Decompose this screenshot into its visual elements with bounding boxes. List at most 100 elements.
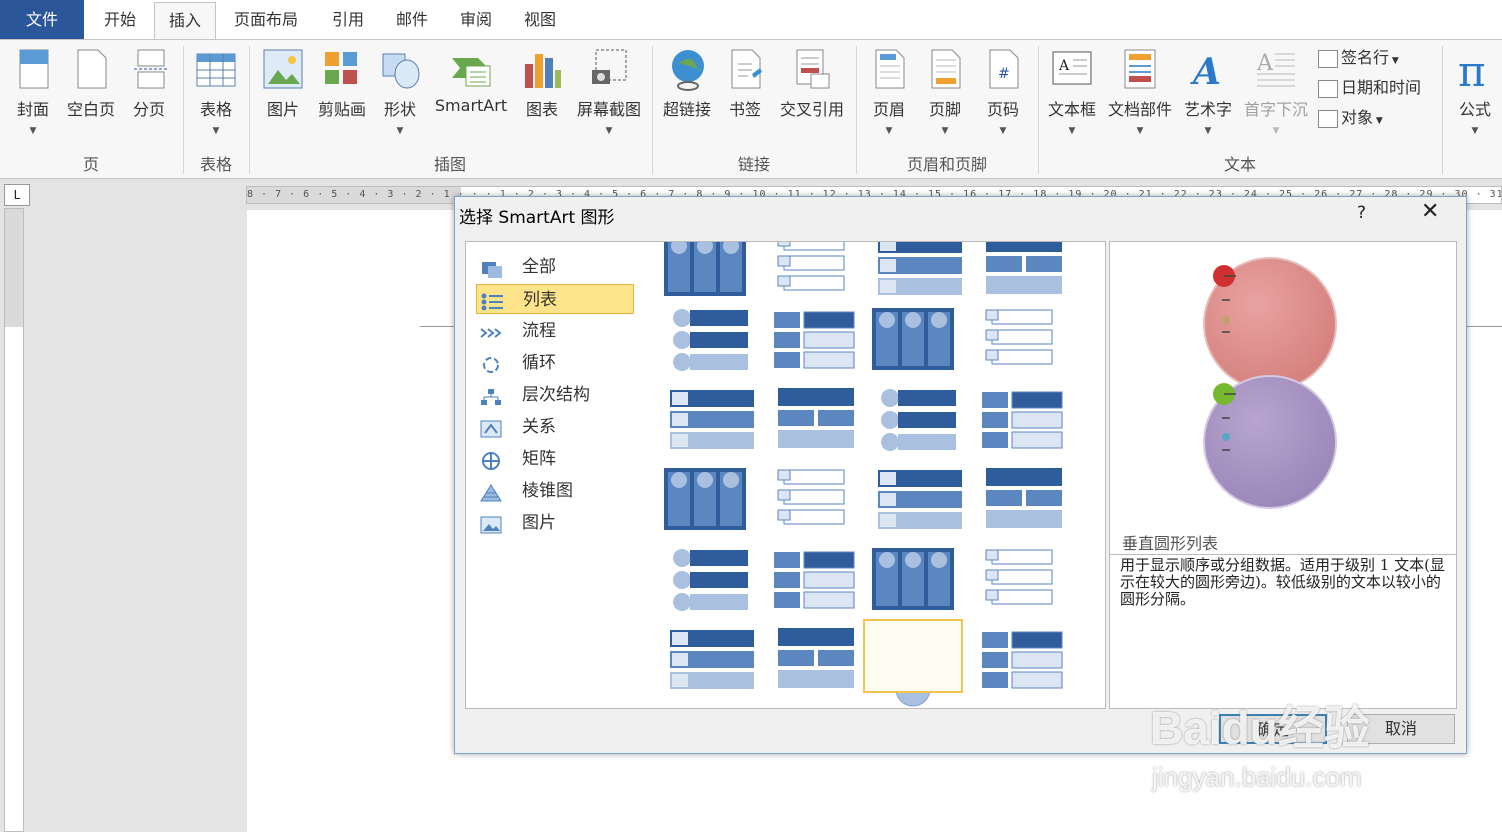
category-all[interactable]: 全部 bbox=[476, 252, 634, 282]
svg-text:#: # bbox=[998, 66, 1010, 82]
thumbnail-shape bbox=[723, 472, 739, 488]
cover-page-icon bbox=[10, 44, 56, 94]
ruler-margin bbox=[5, 209, 23, 327]
tab-mailings[interactable]: 邮件 bbox=[382, 0, 442, 40]
thumbnail-shape bbox=[881, 433, 899, 451]
chart-icon bbox=[519, 44, 565, 94]
page-number-icon: # bbox=[980, 44, 1026, 94]
drop-cap-button[interactable]: A 首字下沉 ▼ bbox=[1240, 44, 1312, 136]
category-cycle[interactable]: 循环 bbox=[476, 348, 634, 378]
footer-button[interactable]: 页脚 ▼ bbox=[920, 44, 970, 136]
picture-icon bbox=[480, 514, 502, 534]
category-pyramid[interactable]: 棱锥图 bbox=[476, 476, 634, 506]
thumbnail-shape bbox=[880, 472, 896, 485]
screenshot-button[interactable]: 屏幕截图 ▼ bbox=[570, 44, 648, 136]
textbox-icon: A bbox=[1049, 44, 1095, 94]
date-time-button[interactable]: 日期和时间 bbox=[1318, 74, 1421, 98]
chevron-down-icon: ▼ bbox=[605, 126, 613, 136]
cross-reference-button[interactable]: 交叉引用 bbox=[774, 44, 850, 120]
thumbnail-shape bbox=[1011, 411, 1063, 429]
wordart-label: 艺术字 bbox=[1183, 100, 1232, 119]
thumbnail-shape bbox=[778, 430, 854, 448]
layout-vertical-circle-list[interactable] bbox=[863, 619, 963, 693]
thumbnail-shape bbox=[991, 329, 1053, 345]
category-process[interactable]: 流程 bbox=[476, 316, 634, 346]
thumbnail-shape bbox=[818, 410, 854, 426]
picture-icon bbox=[260, 44, 306, 94]
tab-home[interactable]: 开始 bbox=[88, 0, 152, 40]
category-relationship[interactable]: 关系 bbox=[476, 412, 634, 442]
hyperlink-button[interactable]: 超链接 bbox=[658, 44, 716, 120]
thumbnail-shape bbox=[879, 552, 895, 568]
picture-button[interactable]: 图片 bbox=[258, 44, 308, 120]
smartart-button[interactable]: SmartArt bbox=[430, 44, 512, 115]
bookmark-button[interactable]: 书签 bbox=[720, 44, 770, 120]
thumbnail-shape bbox=[985, 349, 999, 361]
vertical-ruler[interactable] bbox=[4, 208, 24, 832]
tab-review[interactable]: 审阅 bbox=[446, 0, 506, 40]
group-label-table: 表格 bbox=[199, 155, 232, 174]
signature-line-button[interactable]: 签名行 ▼ bbox=[1318, 44, 1399, 68]
signature-line-label: 签名行 bbox=[1341, 48, 1390, 67]
category-list-item[interactable]: 列表 bbox=[476, 284, 634, 314]
thumbnail-shape bbox=[783, 275, 845, 291]
thumbnail-shape bbox=[982, 432, 1008, 448]
tab-view[interactable]: 视图 bbox=[510, 0, 570, 40]
cycle-icon bbox=[480, 354, 502, 373]
tab-selector[interactable]: L bbox=[4, 184, 30, 206]
tab-insert[interactable]: 插入 bbox=[154, 2, 216, 40]
tab-references[interactable]: 引用 bbox=[318, 0, 378, 40]
category-hierarchy[interactable]: 层次结构 bbox=[476, 380, 634, 410]
page-break-icon bbox=[126, 44, 172, 94]
thumbnail-shape bbox=[783, 469, 845, 485]
thumbnail-shape bbox=[803, 311, 855, 329]
thumbnail-shape bbox=[777, 509, 791, 521]
dialog-title: 选择 SmartArt 图形 bbox=[459, 208, 615, 228]
thumbnail-shape bbox=[985, 549, 999, 561]
blank-page-button[interactable]: 空白页 bbox=[62, 44, 120, 120]
object-button[interactable]: 对象 ▼ bbox=[1318, 104, 1383, 128]
quick-parts-button[interactable]: 文档部件 ▼ bbox=[1104, 44, 1176, 136]
page-number-button[interactable]: # 页码 ▼ bbox=[978, 44, 1028, 136]
thumbnail-shape bbox=[673, 593, 691, 611]
tab-file[interactable]: 文件 bbox=[0, 0, 84, 40]
thumbnail-shape bbox=[783, 489, 845, 505]
thumbnail-shape bbox=[1011, 631, 1063, 649]
equation-label: 公式 bbox=[1458, 100, 1491, 119]
help-button[interactable]: ? bbox=[1357, 203, 1366, 223]
category-list: 全部 列表 流程 循环 层次结构 关系 矩阵 棱锥图 图片 bbox=[465, 241, 645, 709]
chart-button[interactable]: 图表 bbox=[518, 44, 566, 120]
close-button[interactable]: ✕ bbox=[1421, 199, 1439, 224]
table-button[interactable]: 表格 ▼ bbox=[190, 44, 242, 136]
category-label: 图片 bbox=[522, 513, 556, 533]
clipart-button[interactable]: 剪贴画 bbox=[312, 44, 372, 120]
thumbnail-shape bbox=[690, 594, 748, 610]
page-break-button[interactable]: 分页 bbox=[124, 44, 174, 120]
thumbnail-shape bbox=[880, 242, 896, 251]
thumbnail-shape bbox=[774, 592, 800, 608]
category-picture[interactable]: 图片 bbox=[476, 508, 634, 538]
thumbnail-shape bbox=[774, 552, 800, 568]
thumbnail-shape bbox=[931, 312, 947, 328]
bookmark-icon bbox=[722, 44, 768, 94]
clipart-icon bbox=[319, 44, 365, 94]
thumbnail-shape bbox=[881, 411, 899, 429]
object-label: 对象 bbox=[1341, 108, 1374, 127]
category-label: 关系 bbox=[522, 417, 556, 437]
smartart-dialog: 选择 SmartArt 图形 ? ✕ 全部 列表 流程 循环 层次结构 关系 矩… bbox=[454, 196, 1467, 754]
thumbnail-shape bbox=[671, 472, 687, 488]
cover-page-button[interactable]: 封面 ▼ bbox=[8, 44, 58, 136]
thumbnail-shape bbox=[991, 309, 1053, 325]
category-matrix[interactable]: 矩阵 bbox=[476, 444, 634, 474]
thumbnail-shape bbox=[905, 312, 921, 328]
shapes-button[interactable]: 形状 ▼ bbox=[376, 44, 424, 136]
header-button[interactable]: 页眉 ▼ bbox=[864, 44, 914, 136]
thumbnail-shape bbox=[690, 572, 748, 588]
equation-button[interactable]: π 公式 ▼ bbox=[1450, 44, 1500, 136]
cross-reference-label: 交叉引用 bbox=[779, 100, 844, 119]
ribbon-tab-bar: 文件 开始 插入 页面布局 引用 邮件 审阅 视图 bbox=[0, 0, 1502, 40]
header-label: 页眉 bbox=[872, 100, 905, 119]
tab-page-layout[interactable]: 页面布局 bbox=[220, 0, 312, 40]
textbox-button[interactable]: A 文本框 ▼ bbox=[1044, 44, 1100, 136]
wordart-button[interactable]: A 艺术字 ▼ bbox=[1180, 44, 1236, 136]
